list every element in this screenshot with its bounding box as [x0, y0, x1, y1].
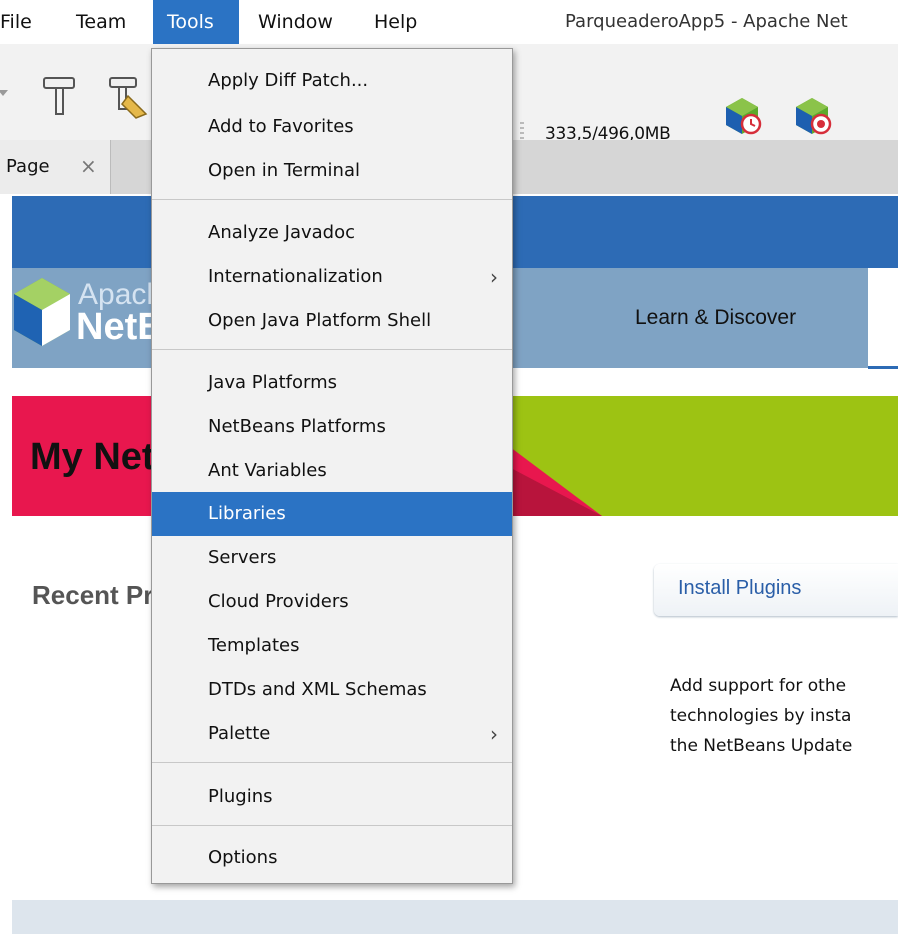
tab-label: Page [6, 156, 50, 177]
close-icon[interactable]: × [80, 154, 97, 178]
tab-start-page[interactable]: Page × [0, 140, 111, 194]
menu-item-cloud-providers[interactable]: Cloud Providers [152, 580, 512, 624]
menu-file[interactable]: File [0, 0, 40, 44]
nav-tab-active[interactable] [868, 268, 898, 369]
menu-item-templates[interactable]: Templates [152, 624, 512, 668]
menu-item-apply-diff-patch[interactable]: Apply Diff Patch... [152, 59, 512, 103]
menu-separator [152, 762, 512, 763]
install-description-line: Add support for othe [670, 676, 847, 696]
menu-item-palette[interactable]: Palette › [152, 712, 512, 756]
menu-item-open-java-platform-shell[interactable]: Open Java Platform Shell [152, 299, 512, 343]
menu-item-open-in-terminal[interactable]: Open in Terminal [152, 149, 512, 193]
menu-window[interactable]: Window [258, 0, 333, 44]
menu-separator [152, 349, 512, 350]
menu-separator [152, 199, 512, 200]
menu-item-internationalization[interactable]: Internationalization › [152, 255, 512, 299]
build-hammer-icon[interactable] [40, 74, 80, 118]
netbeans-logo-icon [14, 278, 70, 346]
install-plugins-link[interactable]: Install Plugins [678, 577, 801, 600]
menu-item-dtds-and-xml-schemas[interactable]: DTDs and XML Schemas [152, 668, 512, 712]
chevron-down-icon[interactable] [0, 84, 12, 104]
nav-learn-discover[interactable]: Learn & Discover [635, 306, 796, 330]
menu-help[interactable]: Help [374, 0, 417, 44]
install-description-line: technologies by insta [670, 706, 852, 726]
chevron-right-icon: › [490, 265, 498, 289]
clean-build-icon[interactable] [106, 74, 150, 120]
menu-team[interactable]: Team [76, 0, 126, 44]
menu-item-servers[interactable]: Servers [152, 536, 512, 580]
profile-icon[interactable] [720, 94, 764, 138]
window-title: ParqueaderoApp5 - Apache Net [565, 11, 848, 32]
start-page-footer [12, 900, 898, 934]
menu-item-netbeans-platforms[interactable]: NetBeans Platforms [152, 405, 512, 449]
menu-separator [152, 825, 512, 826]
menu-item-analyze-javadoc[interactable]: Analyze Javadoc [152, 211, 512, 255]
chevron-right-icon: › [490, 722, 498, 746]
menu-tools[interactable]: Tools [153, 0, 239, 44]
menu-item-add-to-favorites[interactable]: Add to Favorites [152, 105, 512, 149]
menu-item-plugins[interactable]: Plugins [152, 775, 512, 819]
menu-item-java-platforms[interactable]: Java Platforms [152, 361, 512, 405]
install-description-line: the NetBeans Update [670, 736, 853, 756]
profile-memory-icon[interactable] [790, 94, 834, 138]
menu-item-libraries[interactable]: Libraries [152, 492, 512, 536]
menu-item-ant-variables[interactable]: Ant Variables [152, 449, 512, 493]
menu-item-options[interactable]: Options [152, 836, 512, 880]
tools-dropdown-menu: Apply Diff Patch... Add to Favorites Ope… [151, 48, 513, 884]
menu-bar: File Team Tools Window Help ParqueaderoA… [0, 0, 898, 44]
